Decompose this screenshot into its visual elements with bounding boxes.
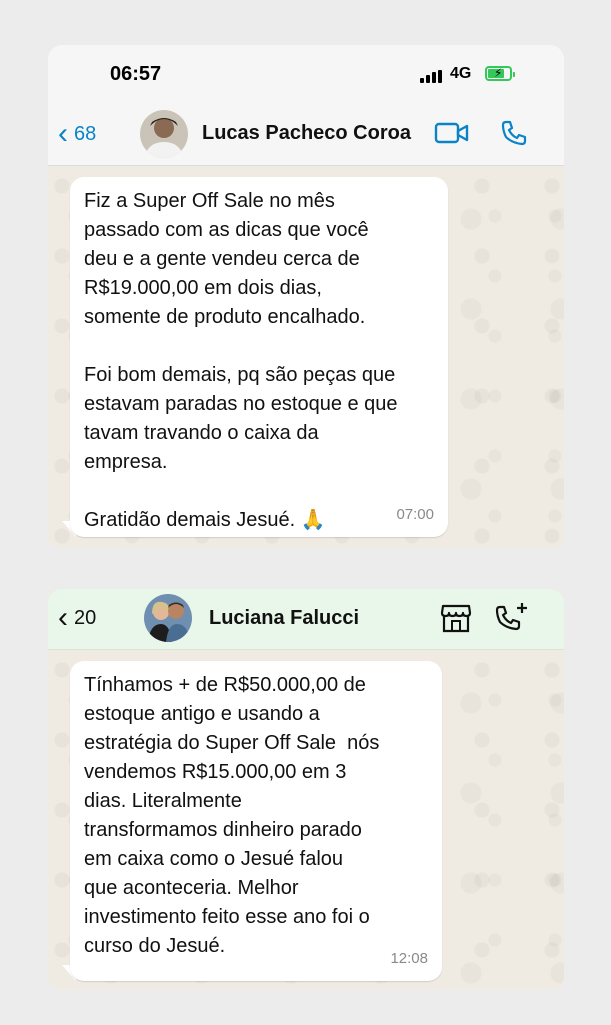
contact-name[interactable]: Luciana Falucci (209, 607, 359, 630)
video-call-icon[interactable] (434, 121, 470, 145)
back-button[interactable]: ‹ 20 (58, 603, 96, 633)
store-icon[interactable] (440, 603, 472, 633)
chevron-left-icon: ‹ (58, 117, 68, 150)
back-button[interactable]: ‹ 68 (58, 119, 96, 149)
unread-count: 20 (74, 606, 97, 629)
battery-charging-icon: ⚡ (485, 66, 515, 81)
status-time: 06:57 (110, 63, 162, 85)
message-bubble[interactable]: Fiz a Super Off Sale no mês passado com … (70, 177, 448, 537)
message-bubble[interactable]: Tínhamos + de R$50.000,00 de estoque ant… (70, 661, 442, 981)
message-text: Fiz a Super Off Sale no mês passado com … (84, 190, 398, 531)
avatar[interactable] (140, 110, 188, 158)
message-time: 07:00 (396, 506, 434, 523)
phone-icon[interactable] (500, 119, 528, 147)
chevron-left-icon: ‹ (58, 601, 68, 634)
chat-screenshot-luciana: ‹ 20 Luciana Falucci Tínhamos + de R$50.… (48, 589, 564, 990)
message-time: 12:08 (390, 950, 428, 967)
message-text: Tínhamos + de R$50.000,00 de estoque ant… (84, 674, 380, 957)
status-bar: 06:57 4G ⚡ (48, 45, 564, 103)
contact-name[interactable]: Lucas Pacheco Coroa (202, 122, 411, 145)
chat-header: ‹ 68 Lucas Pacheco Coroa (48, 103, 564, 166)
add-call-icon[interactable] (494, 601, 528, 633)
network-type: 4G (450, 65, 472, 82)
unread-count: 68 (74, 122, 97, 145)
chat-header: ‹ 20 Luciana Falucci (48, 589, 564, 650)
signal-icon (420, 70, 442, 83)
chat-screenshot-lucas: 06:57 4G ⚡ ‹ 68 Lucas Pacheco Coroa Fiz … (48, 45, 564, 548)
avatar[interactable] (144, 594, 192, 642)
